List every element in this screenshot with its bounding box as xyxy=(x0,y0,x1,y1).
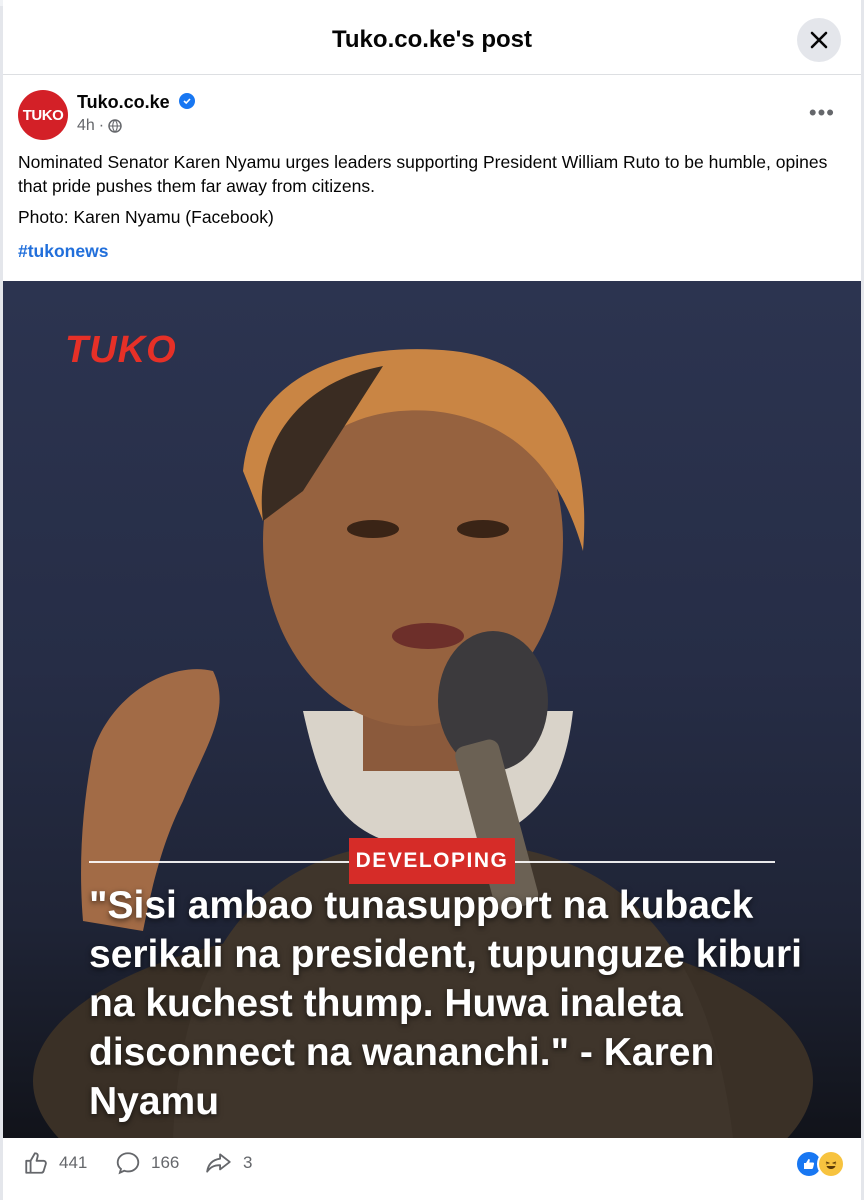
hashtag-link[interactable]: #tukonews xyxy=(18,241,108,262)
caption-text: Nominated Senator Karen Nyamu urges lead… xyxy=(18,152,828,196)
post-caption: Nominated Senator Karen Nyamu urges lead… xyxy=(18,150,848,198)
post-time[interactable]: 4h xyxy=(77,117,95,135)
dialog-header: Tuko.co.ke's post xyxy=(3,6,861,75)
share-icon xyxy=(206,1153,231,1173)
image-logo: TUKO xyxy=(65,329,177,371)
page-name-link[interactable]: Tuko.co.ke xyxy=(77,92,170,113)
post-image[interactable]: TUKO DEVELOPING "Sisi ambao tunasupport … xyxy=(3,281,861,1138)
image-quote: "Sisi ambao tunasupport na kuback serika… xyxy=(89,884,802,1123)
globe-icon[interactable] xyxy=(108,119,122,133)
verified-badge-icon xyxy=(179,93,195,109)
close-icon xyxy=(810,31,828,49)
comment-icon xyxy=(116,1152,140,1175)
more-options-icon[interactable]: ••• xyxy=(809,100,835,126)
share-button[interactable]: 3 xyxy=(205,1150,252,1176)
comment-button[interactable]: 166 xyxy=(115,1150,179,1176)
like-button[interactable]: 441 xyxy=(23,1150,87,1176)
post-meta: 4h · xyxy=(77,117,122,135)
haha-reaction-icon xyxy=(817,1150,845,1178)
divider-left xyxy=(89,861,351,863)
photo-credit: Photo: Karen Nyamu (Facebook) xyxy=(18,207,274,227)
dialog-title: Tuko.co.ke's post xyxy=(332,26,532,53)
page-avatar[interactable]: TUKO xyxy=(18,90,68,140)
action-bar: 441 166 3 xyxy=(3,1138,861,1186)
thumbs-up-icon xyxy=(25,1152,47,1174)
like-count: 441 xyxy=(59,1153,88,1172)
meta-dot: · xyxy=(98,117,105,134)
post-dialog: Tuko.co.ke's post TUKO Tuko.co.ke 4h · •… xyxy=(3,0,861,1200)
share-count: 3 xyxy=(243,1153,253,1172)
close-button[interactable] xyxy=(797,18,841,62)
reactions-summary[interactable] xyxy=(795,1150,845,1178)
comment-count: 166 xyxy=(151,1153,180,1172)
divider-right xyxy=(515,861,775,863)
developing-badge: DEVELOPING xyxy=(349,838,515,884)
